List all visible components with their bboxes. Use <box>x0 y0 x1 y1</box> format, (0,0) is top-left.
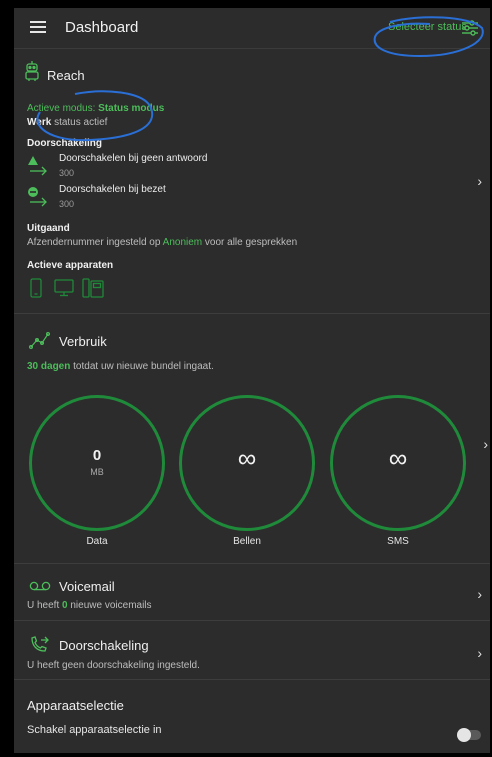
outgoing-line: Afzendernummer ingesteld op Anoniem voor… <box>27 237 298 248</box>
section-divider <box>14 679 490 680</box>
data-meter-unit: MB <box>90 467 104 477</box>
desktop-device-icon <box>54 279 74 297</box>
page-title: Dashboard <box>65 19 139 36</box>
device-selection-label: Schakel apparaatselectie in <box>27 724 162 736</box>
sms-meter-value: ∞ <box>388 443 408 473</box>
forwarding-heading: Doorschakeling <box>27 138 103 149</box>
chevron-right-icon[interactable]: › <box>477 586 482 602</box>
robot-icon <box>25 61 39 81</box>
chevron-right-icon[interactable]: › <box>477 173 482 189</box>
call-forward-icon <box>31 636 49 652</box>
forwarding-card[interactable]: Doorschakeling U heeft geen doorschakeli… <box>14 621 490 679</box>
phone-screen: Dashboard Selecteer status Reach Actieve… <box>14 8 490 753</box>
data-meter-label: Data <box>86 536 108 547</box>
toggle-knob <box>457 728 471 742</box>
status-active-line: Werk status actief <box>27 117 108 128</box>
voicemail-title: Voicemail <box>59 579 115 594</box>
menu-icon[interactable] <box>30 21 46 34</box>
device-selection-toggle[interactable] <box>457 728 481 742</box>
forward-busy-value: 300 <box>59 199 75 209</box>
data-meter-value: 0 <box>92 447 102 464</box>
reach-card[interactable]: Reach Actieve modus: Status modus Werk s… <box>14 49 490 313</box>
forwarding-title: Doorschakeling <box>59 638 149 653</box>
sms-meter-label: SMS <box>387 536 409 547</box>
usage-card[interactable]: Verbruik 30 dagen totdat uw nieuwe bunde… <box>14 314 490 563</box>
active-mode-line: Actieve modus: Status modus <box>27 103 165 114</box>
outgoing-heading: Uitgaand <box>27 223 70 234</box>
warning-forward-icon <box>28 156 47 176</box>
forward-no-answer-label: Doorschakelen bij geen antwoord <box>59 153 208 164</box>
busy-forward-icon <box>28 187 47 207</box>
filter-sliders-icon[interactable] <box>461 19 479 37</box>
deskphone-device-icon <box>82 278 104 298</box>
device-selection-title: Apparaatselectie <box>27 698 124 713</box>
active-devices-heading: Actieve apparaten <box>27 260 114 271</box>
voicemail-subtitle: U heeft 0 nieuwe voicemails <box>27 600 152 611</box>
bundle-days-line: 30 dagen totdat uw nieuwe bundel ingaat. <box>27 361 214 372</box>
chevron-right-icon[interactable]: › <box>483 436 488 452</box>
voicemail-icon <box>29 581 51 591</box>
select-status-button[interactable]: Selecteer status <box>388 21 467 33</box>
forwarding-subtitle: U heeft geen doorschakeling ingesteld. <box>27 660 200 671</box>
calls-meter-value: ∞ <box>237 443 257 473</box>
app-bar: Dashboard Selecteer status <box>14 8 490 49</box>
usage-graph-icon <box>29 332 51 349</box>
chevron-right-icon[interactable]: › <box>477 645 482 661</box>
forward-no-answer-value: 300 <box>59 168 75 178</box>
usage-title: Verbruik <box>59 334 107 349</box>
voicemail-card[interactable]: Voicemail U heeft 0 nieuwe voicemails › <box>14 564 490 620</box>
calls-meter-label: Bellen <box>233 536 261 547</box>
reach-title: Reach <box>47 68 85 83</box>
forward-busy-label: Doorschakelen bij bezet <box>59 184 166 195</box>
phone-device-icon <box>30 278 42 298</box>
